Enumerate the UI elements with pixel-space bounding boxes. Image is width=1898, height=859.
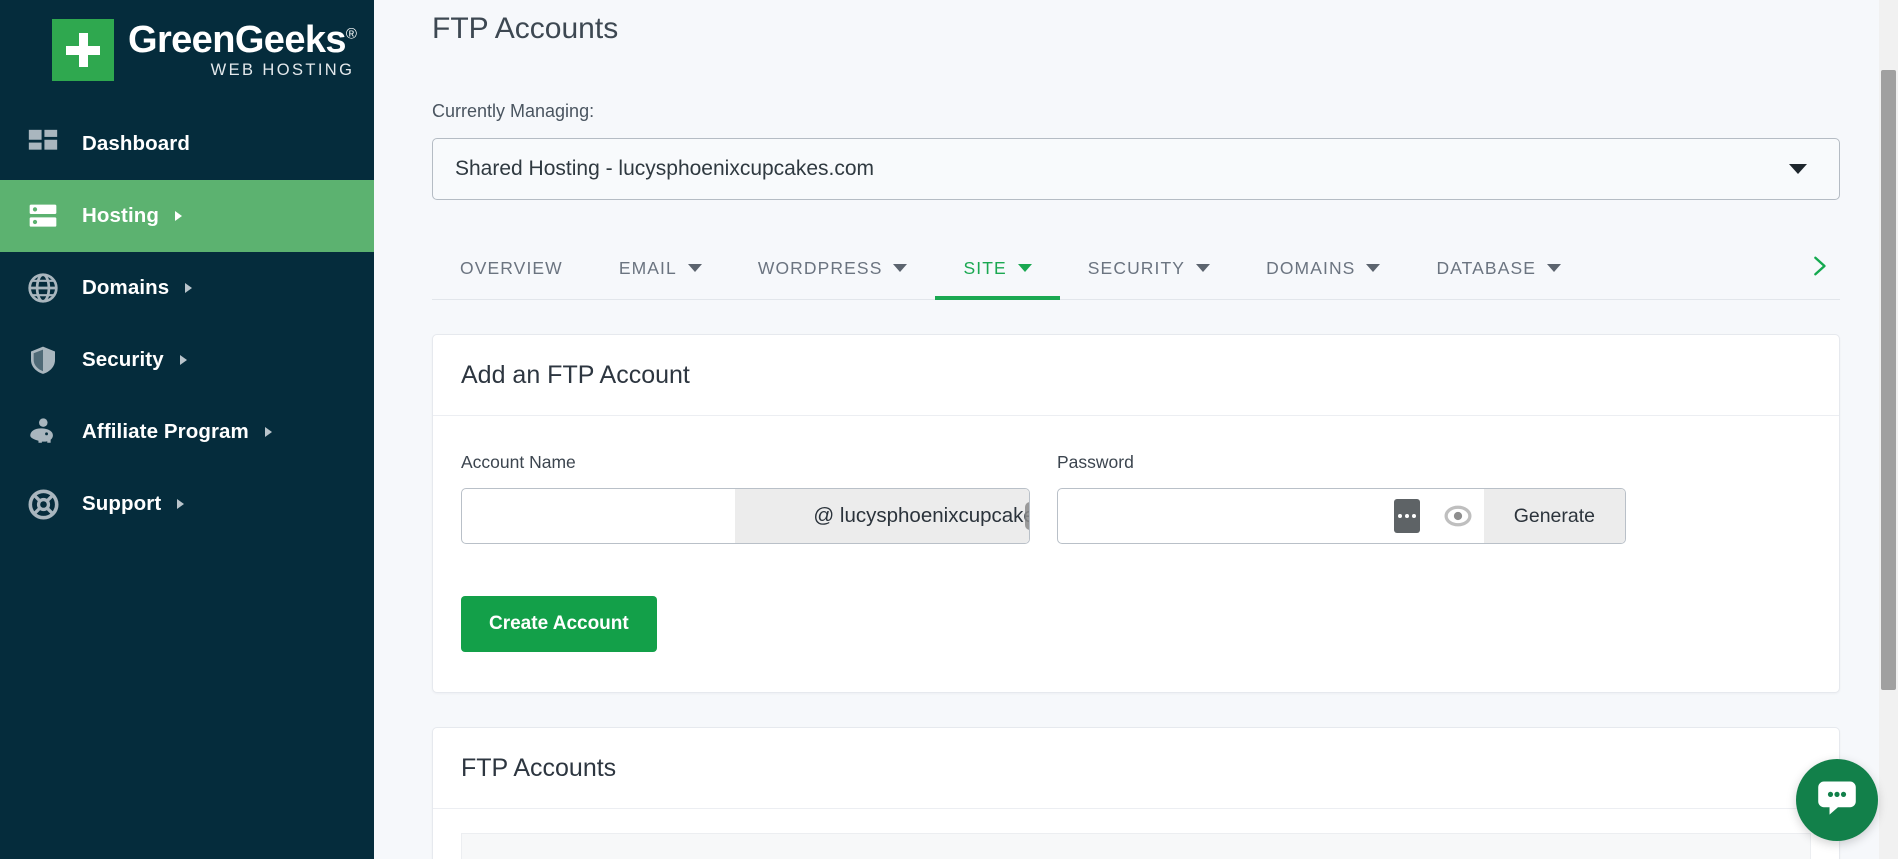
password-input[interactable] bbox=[1058, 489, 1394, 543]
sidebar-item-domains[interactable]: Domains bbox=[0, 252, 374, 324]
chevron-down-icon bbox=[1789, 164, 1807, 174]
chevron-down-icon bbox=[893, 264, 908, 272]
tab-label: EMAIL bbox=[618, 257, 677, 278]
create-account-button[interactable]: Create Account bbox=[461, 596, 657, 652]
password-field-group: Password Generate bbox=[1057, 452, 1626, 544]
life-ring-icon bbox=[22, 486, 64, 522]
piggy-bank-icon bbox=[22, 414, 64, 450]
brand-logo[interactable]: GreenGeeks® WEB HOSTING bbox=[0, 0, 374, 86]
main-content: FTP Accounts Currently Managing: Shared … bbox=[374, 0, 1898, 859]
plus-icon bbox=[52, 19, 114, 81]
sidebar-item-support[interactable]: Support bbox=[0, 468, 374, 540]
chat-widget-button[interactable] bbox=[1796, 759, 1878, 841]
sidebar-item-label: Security bbox=[82, 348, 164, 371]
sidebar-item-security[interactable]: Security bbox=[0, 324, 374, 396]
page-scrollbar-thumb[interactable] bbox=[1881, 70, 1896, 690]
chevron-right-icon bbox=[264, 427, 272, 437]
tab-wordpress[interactable]: WORDPRESS bbox=[730, 237, 936, 299]
chevron-right-icon bbox=[177, 499, 185, 509]
server-rack-icon bbox=[22, 198, 64, 234]
chevron-right-icon bbox=[175, 211, 182, 221]
account-domain-value: @ lucysphoenixcupcakes.c bbox=[813, 504, 1029, 527]
tab-database[interactable]: DATABASE bbox=[1408, 237, 1589, 299]
shield-icon bbox=[22, 342, 64, 378]
chat-bubble-icon bbox=[1814, 775, 1860, 826]
tab-site[interactable]: SITE bbox=[935, 237, 1061, 300]
sidebar-item-label: Affiliate Program bbox=[82, 420, 249, 443]
sidebar: GreenGeeks® WEB HOSTING Dashboard Hostin… bbox=[0, 0, 374, 859]
card-header: FTP Accounts bbox=[433, 728, 1839, 809]
sidebar-item-label: Hosting bbox=[82, 204, 159, 227]
card-title: FTP Accounts bbox=[461, 754, 617, 782]
tab-label: SECURITY bbox=[1087, 257, 1186, 278]
sidebar-item-affiliate-program[interactable]: Affiliate Program bbox=[0, 396, 374, 468]
password-dots-icon[interactable] bbox=[1393, 499, 1420, 533]
grid-dashboard-icon bbox=[22, 126, 64, 162]
tab-overview[interactable]: OVERVIEW bbox=[432, 237, 591, 299]
chevron-down-icon bbox=[1017, 264, 1032, 272]
account-select-row: Shared Hosting - lucysphoenixcupcakes.co… bbox=[374, 122, 1898, 200]
page-title: FTP Accounts bbox=[432, 12, 619, 45]
card-title: Add an FTP Account bbox=[461, 361, 690, 389]
form-fields-row: Account Name @ lucysphoenixcupcakes.c Pa… bbox=[461, 452, 1811, 544]
card-body: Account Name @ lucysphoenixcupcakes.c Pa… bbox=[433, 416, 1839, 692]
brand-tagline: WEB HOSTING bbox=[210, 61, 355, 80]
brand-registered-mark: ® bbox=[345, 25, 357, 43]
ftp-accounts-table-header bbox=[461, 833, 1811, 859]
sidebar-item-label: Dashboard bbox=[82, 132, 190, 155]
tab-label: WORDPRESS bbox=[757, 257, 883, 278]
add-ftp-account-card: Add an FTP Account Account Name @ lucysp… bbox=[432, 334, 1840, 693]
sidebar-item-label: Support bbox=[82, 492, 162, 515]
sidebar-item-dashboard[interactable]: Dashboard bbox=[0, 108, 374, 180]
password-input-group: Generate bbox=[1057, 488, 1626, 544]
chevron-down-icon bbox=[1196, 264, 1211, 272]
currently-managing-label: Currently Managing: bbox=[432, 101, 595, 121]
tab-domains[interactable]: DOMAINS bbox=[1238, 237, 1408, 299]
account-name-input[interactable] bbox=[462, 489, 735, 543]
chevron-down-icon bbox=[687, 264, 702, 272]
eye-icon[interactable] bbox=[1432, 489, 1484, 543]
sidebar-nav: Dashboard Hosting Domains Security Affil… bbox=[0, 108, 374, 540]
chevron-down-icon bbox=[1547, 264, 1562, 272]
app-root: GreenGeeks® WEB HOSTING Dashboard Hostin… bbox=[0, 0, 1898, 859]
account-select-value: Shared Hosting - lucysphoenixcupcakes.co… bbox=[455, 157, 875, 180]
account-name-field-group: Account Name @ lucysphoenixcupcakes.c bbox=[461, 452, 1030, 544]
mouse-cursor-overlay bbox=[1025, 502, 1029, 530]
password-label: Password bbox=[1057, 452, 1134, 472]
card-header: Add an FTP Account bbox=[433, 335, 1839, 416]
account-domain-select[interactable]: @ lucysphoenixcupcakes.c bbox=[735, 489, 1029, 543]
chevron-right-icon bbox=[179, 355, 187, 365]
tab-security[interactable]: SECURITY bbox=[1060, 237, 1238, 299]
chevron-right-icon bbox=[1808, 253, 1830, 284]
sidebar-item-hosting[interactable]: Hosting bbox=[0, 180, 374, 252]
generate-password-button[interactable]: Generate bbox=[1483, 489, 1625, 543]
ftp-accounts-card: FTP Accounts bbox=[432, 727, 1840, 859]
tab-label: DATABASE bbox=[1436, 257, 1537, 278]
globe-icon bbox=[22, 270, 64, 306]
tab-label: OVERVIEW bbox=[460, 257, 563, 278]
account-name-input-group: @ lucysphoenixcupcakes.c bbox=[461, 488, 1030, 544]
tab-email[interactable]: EMAIL bbox=[591, 237, 730, 299]
tabs-next-button[interactable] bbox=[1788, 237, 1840, 299]
chevron-down-icon bbox=[1366, 264, 1381, 272]
chevron-right-icon bbox=[185, 283, 193, 293]
account-select[interactable]: Shared Hosting - lucysphoenixcupcakes.co… bbox=[432, 138, 1840, 200]
brand-name: GreenGeeks bbox=[128, 19, 347, 62]
section-tabs: OVERVIEW EMAIL WORDPRESS SITE SECURITY D… bbox=[432, 236, 1840, 300]
tab-label: DOMAINS bbox=[1266, 257, 1356, 278]
sidebar-item-label: Domains bbox=[82, 276, 170, 299]
account-name-label: Account Name bbox=[461, 452, 576, 472]
tab-label: SITE bbox=[963, 257, 1007, 278]
